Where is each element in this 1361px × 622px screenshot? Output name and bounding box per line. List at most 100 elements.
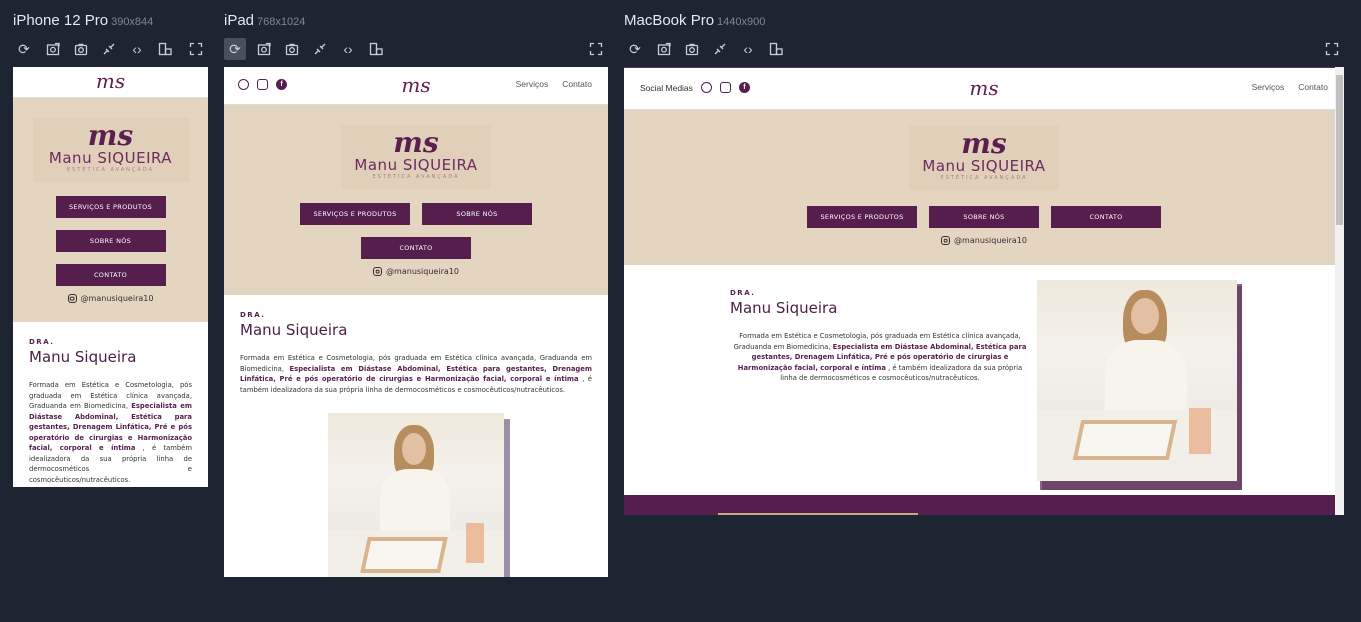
site-nav: Social Medias f ms Serviços Contato xyxy=(624,67,1344,110)
brand-name-last: SIQUEIRA xyxy=(97,149,173,167)
facebook-icon[interactable]: f xyxy=(738,82,750,93)
device-header: iPhone 12 Pro 390x844 xyxy=(13,12,153,30)
contact-button[interactable]: CONTATO xyxy=(55,264,166,286)
instagram-handle: @manusiqueira10 xyxy=(80,294,154,303)
nav-services-link[interactable]: Serviços xyxy=(516,79,549,89)
camera-icon[interactable] xyxy=(70,38,92,60)
brand-name-first: Manu xyxy=(354,156,398,174)
about-button[interactable]: SOBRE NÓS xyxy=(422,203,532,225)
bio-text: Formada em Estética e Cosmetologia, pós … xyxy=(240,353,592,395)
doctor-photo xyxy=(328,413,504,577)
nav-services-link[interactable]: Serviços xyxy=(1252,82,1285,92)
screenshot-full-icon[interactable] xyxy=(653,38,675,60)
photo-jacket xyxy=(380,469,450,539)
device-header: MacBook Pro 1440x900 xyxy=(624,12,765,30)
device-iphone: iPhone 12 Pro 390x844 ⟳ ‹› ms ms Manu SIQ… xyxy=(13,12,209,492)
instagram-icon xyxy=(941,236,951,245)
fullscreen-icon[interactable] xyxy=(185,38,207,60)
brand-name: Manu SIQUEIRA xyxy=(33,150,189,167)
device-macbook: MacBook Pro 1440x900 ⟳ ‹› Social Medias f… xyxy=(624,12,1346,522)
site-nav: f ms Serviços Contato xyxy=(224,67,608,105)
rotate-icon[interactable] xyxy=(765,38,787,60)
device-toolbar: ⟳ ‹› xyxy=(13,38,209,60)
nav-contact-link[interactable]: Contato xyxy=(1298,82,1328,92)
nav-contact-link[interactable]: Contato xyxy=(562,79,592,89)
brand-logo: ms Manu SIQUEIRA ESTÉTICA AVANÇADA xyxy=(909,126,1059,190)
whatsapp-icon[interactable] xyxy=(238,79,249,90)
about-button[interactable]: SOBRE NÓS xyxy=(55,230,166,252)
hero-section: ms Manu SIQUEIRA ESTÉTICA AVANÇADA SERVI… xyxy=(624,110,1344,265)
social-bar: Social Medias f xyxy=(640,82,750,93)
about-button[interactable]: SOBRE NÓS xyxy=(929,206,1039,228)
brand-name-last: SIQUEIRA xyxy=(970,157,1046,175)
site-logo[interactable]: ms xyxy=(13,67,208,95)
doctor-name: Manu Siqueira xyxy=(730,299,838,317)
social-label: Social Medias xyxy=(640,82,693,93)
hero-section: ms Manu SIQUEIRA ESTÉTICA AVANÇADA SERVI… xyxy=(13,98,208,322)
instagram-link[interactable]: @manusiqueira10 xyxy=(224,267,608,276)
brand-name-last: SIQUEIRA xyxy=(402,156,478,174)
whatsapp-icon[interactable] xyxy=(700,82,712,93)
network-icon[interactable] xyxy=(709,38,731,60)
nav-links: Serviços Contato xyxy=(516,79,592,89)
device-size: 768x1024 xyxy=(257,16,306,28)
code-icon[interactable]: ‹› xyxy=(126,38,148,60)
rotate-icon[interactable] xyxy=(365,38,387,60)
brand-monogram: ms xyxy=(961,127,1007,160)
instagram-link[interactable]: @manusiqueira10 xyxy=(624,236,1344,245)
brand-tagline: ESTÉTICA AVANÇADA xyxy=(940,174,1028,181)
brand-name-first: Manu xyxy=(48,149,93,167)
scrollbar-thumb[interactable] xyxy=(1336,75,1343,225)
about-section: DRA. Manu Siqueira Formada em Estética e… xyxy=(13,322,208,485)
site-nav: ms xyxy=(13,67,208,98)
photo-cup xyxy=(466,523,484,563)
instagram-handle: @manusiqueira10 xyxy=(386,267,459,276)
brand-monogram: ms xyxy=(87,119,134,152)
macbook-viewport: Social Medias f ms Serviços Contato ms M… xyxy=(624,67,1344,515)
camera-icon[interactable] xyxy=(681,38,703,60)
refresh-icon[interactable]: ⟳ xyxy=(13,38,35,60)
ipad-viewport: f ms Serviços Contato ms Manu SIQUEIRA E… xyxy=(224,67,608,577)
instagram-icon xyxy=(67,294,77,303)
photo-tray xyxy=(1072,420,1178,460)
scrollbar[interactable] xyxy=(1335,67,1344,515)
services-button[interactable]: SERVIÇOS E PRODUTOS xyxy=(300,203,410,225)
network-icon[interactable] xyxy=(309,38,331,60)
refresh-icon[interactable]: ⟳ xyxy=(224,38,246,60)
brand-name: Manu SIQUEIRA xyxy=(341,157,491,174)
code-icon[interactable]: ‹› xyxy=(737,38,759,60)
fullscreen-icon[interactable] xyxy=(1321,38,1343,60)
bio-text: Formada em Estética e Cosmetologia, pós … xyxy=(29,380,192,485)
services-button[interactable]: SERVIÇOS E PRODUTOS xyxy=(55,196,166,218)
network-icon[interactable] xyxy=(98,38,120,60)
hero-section: ms Manu SIQUEIRA ESTÉTICA AVANÇADA SERVI… xyxy=(224,105,608,295)
brand-logo: ms Manu SIQUEIRA ESTÉTICA AVANÇADA xyxy=(341,125,491,189)
instagram-icon xyxy=(373,267,383,276)
footer-band xyxy=(624,495,1336,515)
brand-name: Manu SIQUEIRA xyxy=(909,158,1059,175)
contact-button[interactable]: CONTATO xyxy=(361,237,471,259)
instagram-handle: @manusiqueira10 xyxy=(954,236,1027,245)
device-name: MacBook Pro xyxy=(624,12,715,29)
instagram-icon[interactable] xyxy=(257,79,268,90)
instagram-link[interactable]: @manusiqueira10 xyxy=(13,294,208,303)
refresh-icon[interactable]: ⟳ xyxy=(624,38,646,60)
device-toolbar: ⟳ ‹› xyxy=(624,38,1346,60)
fullscreen-icon[interactable] xyxy=(585,38,607,60)
doctor-photo xyxy=(1037,280,1237,481)
device-toolbar: ⟳ ‹› xyxy=(224,38,610,60)
brand-logo: ms Manu SIQUEIRA ESTÉTICA AVANÇADA xyxy=(32,118,189,182)
photo-cup xyxy=(1189,408,1211,454)
about-section: DRA. Manu Siqueira Formada em Estética e… xyxy=(224,295,608,395)
contact-button[interactable]: CONTATO xyxy=(1051,206,1161,228)
code-icon[interactable]: ‹› xyxy=(337,38,359,60)
facebook-icon[interactable]: f xyxy=(276,79,287,90)
rotate-icon[interactable] xyxy=(154,38,176,60)
screenshot-full-icon[interactable] xyxy=(253,38,275,60)
doctor-name: Manu Siqueira xyxy=(29,348,137,366)
instagram-icon[interactable] xyxy=(719,82,731,93)
photo-face xyxy=(1131,298,1159,334)
services-button[interactable]: SERVIÇOS E PRODUTOS xyxy=(807,206,917,228)
camera-icon[interactable] xyxy=(281,38,303,60)
screenshot-full-icon[interactable] xyxy=(42,38,64,60)
